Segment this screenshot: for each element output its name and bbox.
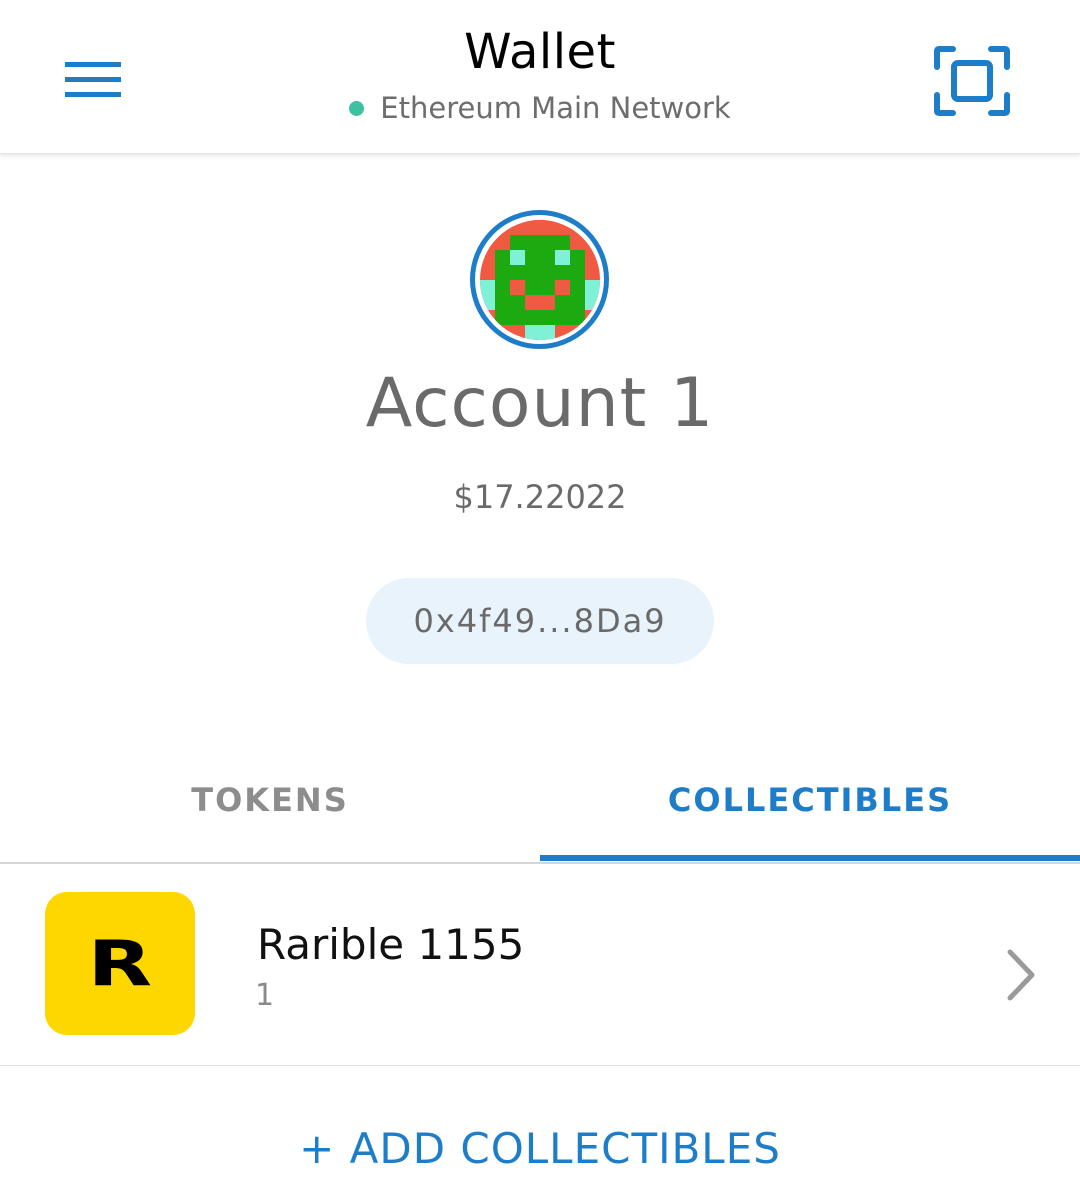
scan-icon bbox=[934, 46, 1010, 116]
asset-tabs: TOKENS COLLECTIBLES bbox=[0, 740, 1080, 864]
active-tab-indicator bbox=[540, 855, 1080, 861]
account-address-pill[interactable]: 0x4f49...8Da9 bbox=[366, 578, 714, 664]
network-status-dot bbox=[349, 100, 365, 116]
account-avatar[interactable] bbox=[470, 210, 609, 349]
chevron-right-icon bbox=[1007, 949, 1035, 1001]
collectible-name: Rarible 1155 bbox=[257, 920, 525, 969]
page-title: Wallet bbox=[464, 24, 616, 80]
identicon-icon bbox=[479, 219, 600, 340]
collectible-count: 1 bbox=[255, 978, 275, 1013]
app-header: Wallet Ethereum Main Network bbox=[0, 0, 1080, 154]
collectible-row[interactable]: R Rarible 1155 1 bbox=[0, 866, 1080, 1066]
account-balance: $17.22022 bbox=[453, 478, 627, 516]
network-label: Ethereum Main Network bbox=[380, 91, 731, 125]
rarible-logo-icon: R bbox=[45, 892, 195, 1035]
rarible-logo-letter: R bbox=[87, 927, 153, 1000]
add-collectibles-button[interactable]: + ADD COLLECTIBLES bbox=[0, 1124, 1080, 1173]
scan-button[interactable] bbox=[922, 34, 1022, 128]
tab-collectibles[interactable]: COLLECTIBLES bbox=[540, 740, 1080, 860]
account-name[interactable]: Account 1 bbox=[0, 364, 1080, 443]
tab-tokens[interactable]: TOKENS bbox=[0, 740, 540, 860]
network-selector[interactable]: Ethereum Main Network bbox=[0, 88, 1080, 128]
